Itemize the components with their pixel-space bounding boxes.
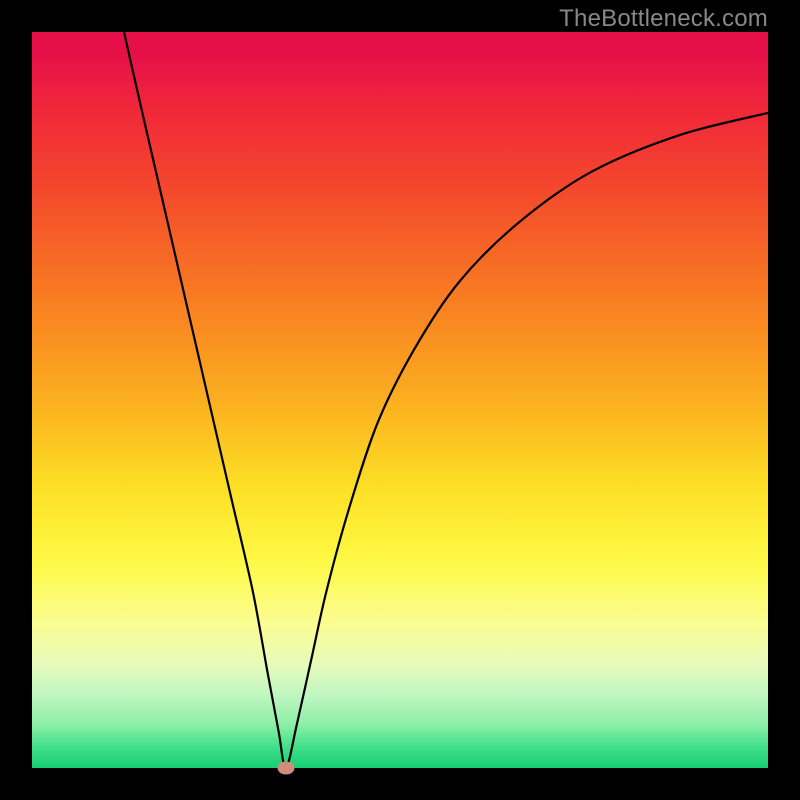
chart-frame: TheBottleneck.com: [0, 0, 800, 800]
watermark: TheBottleneck.com: [559, 5, 768, 33]
plot-area: [32, 32, 768, 768]
min-marker-dot: [277, 762, 294, 775]
bottleneck-curve: [32, 32, 768, 768]
